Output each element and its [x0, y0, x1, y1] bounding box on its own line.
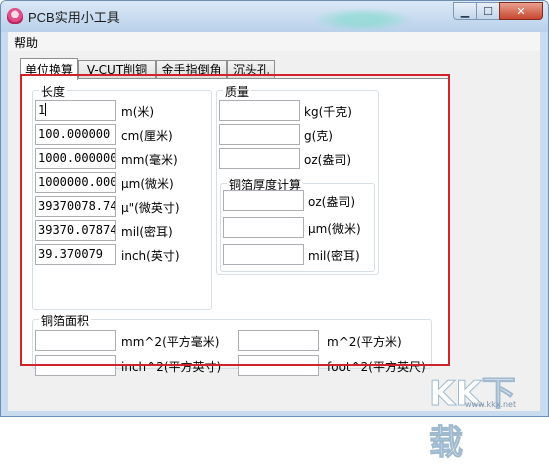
close-icon: ✕ [516, 4, 526, 18]
window-title: PCB实用小工具 [28, 10, 120, 25]
tab-vcut[interactable]: V-CUT削铜 [78, 60, 156, 78]
menu-bar: 帮助 [8, 32, 540, 51]
length-m-value: 1 [38, 103, 46, 117]
length-um-input[interactable]: 1000000.000 [35, 172, 116, 193]
area-mm2-input[interactable] [35, 330, 116, 351]
mass-kg-unit: kg(千克) [304, 105, 352, 119]
maximize-button[interactable]: ☐ [476, 2, 500, 20]
tab-gold-finger[interactable]: 金手指倒角 [156, 60, 227, 78]
mass-g-unit: g(克) [304, 129, 333, 143]
area-m2-input[interactable] [238, 330, 319, 351]
thickness-um-input[interactable] [223, 217, 304, 238]
length-mm-unit: mm(毫米) [121, 153, 178, 167]
mass-g-input[interactable] [219, 124, 300, 145]
length-mil-unit: mil(密耳) [121, 225, 173, 239]
area-inch2-input[interactable] [35, 355, 116, 376]
length-um-unit: μm(微米) [121, 177, 174, 191]
area-foot2-input[interactable] [238, 355, 319, 376]
client-area: 帮助 单位换算 V-CUT削铜 金手指倒角 沉头孔 长度 1 m(米) 100.… [8, 32, 540, 411]
length-cm-unit: cm(厘米) [121, 129, 173, 143]
length-uinch-unit: μ"(微英寸) [121, 201, 180, 215]
tab-unit-conversion[interactable]: 单位换算 [20, 58, 78, 80]
titlebar-decoration [311, 1, 441, 32]
copper-area-group: 铜箔面积 mm^2(平方毫米) m^2(平方米) inch^2(平方英寸) fo… [32, 312, 432, 376]
app-window: PCB实用小工具 ▁ ☐ ✕ 帮助 单位换算 V-CUT削铜 金手指倒角 沉头孔… [0, 0, 549, 417]
length-mil-input[interactable]: 39370.07874 [35, 220, 116, 241]
mass-oz-input[interactable] [219, 148, 300, 169]
length-m-input[interactable]: 1 [35, 100, 116, 121]
length-cm-input[interactable]: 100.000000 [35, 124, 116, 145]
tab-panel-unit-conversion: 长度 1 m(米) 100.000000 cm(厘米) 1000.000000 … [20, 78, 450, 376]
thickness-oz-unit: oz(盎司) [308, 195, 356, 209]
mass-oz-unit: oz(盎司) [304, 153, 352, 167]
menu-help[interactable]: 帮助 [14, 34, 38, 51]
text-caret [45, 103, 47, 116]
maximize-icon: ☐ [483, 4, 493, 18]
app-flower-icon [7, 8, 23, 24]
length-group-title: 长度 [39, 83, 68, 100]
copper-thickness-group: 铜箔厚度计算 oz(盎司) μm(微米) mil(密耳) [220, 176, 375, 272]
area-foot2-unit: foot^2(平方英尺) [327, 360, 426, 374]
watermark-logo: KK下载 www.kkx.net [425, 362, 547, 464]
length-uinch-input[interactable]: 39370078.74 [35, 196, 116, 217]
tab-countersink[interactable]: 沉头孔 [227, 60, 275, 78]
thickness-mil-input[interactable] [223, 244, 304, 265]
copper-area-title: 铜箔面积 [39, 312, 92, 329]
title-bar[interactable]: PCB实用小工具 ▁ ☐ ✕ [1, 1, 548, 32]
area-inch2-unit: inch^2(平方英寸) [121, 360, 222, 374]
length-group: 长度 1 m(米) 100.000000 cm(厘米) 1000.000000 … [32, 83, 212, 310]
watermark-url: www.kkx.net [465, 400, 517, 409]
minimize-icon: ▁ [460, 4, 470, 18]
close-button[interactable]: ✕ [499, 2, 543, 20]
thickness-um-unit: μm(微米) [308, 222, 361, 236]
mass-kg-input[interactable] [219, 100, 300, 121]
length-inch-unit: inch(英寸) [121, 249, 180, 263]
area-mm2-unit: mm^2(平方毫米) [121, 335, 220, 349]
thickness-mil-unit: mil(密耳) [308, 249, 360, 263]
mass-group: 质量 kg(千克) g(克) oz(盎司) 铜箔厚度计算 oz(盎司) μm(微… [216, 83, 379, 275]
area-m2-unit: m^2(平方米) [327, 335, 402, 349]
watermark-text: KK下载 [429, 374, 517, 464]
minimize-button[interactable]: ▁ [453, 2, 477, 20]
thickness-oz-input[interactable] [223, 190, 304, 211]
mass-group-title: 质量 [223, 83, 252, 100]
length-inch-input[interactable]: 39.370079 [35, 244, 116, 265]
length-m-unit: m(米) [121, 105, 155, 119]
length-mm-input[interactable]: 1000.000000 [35, 148, 116, 169]
